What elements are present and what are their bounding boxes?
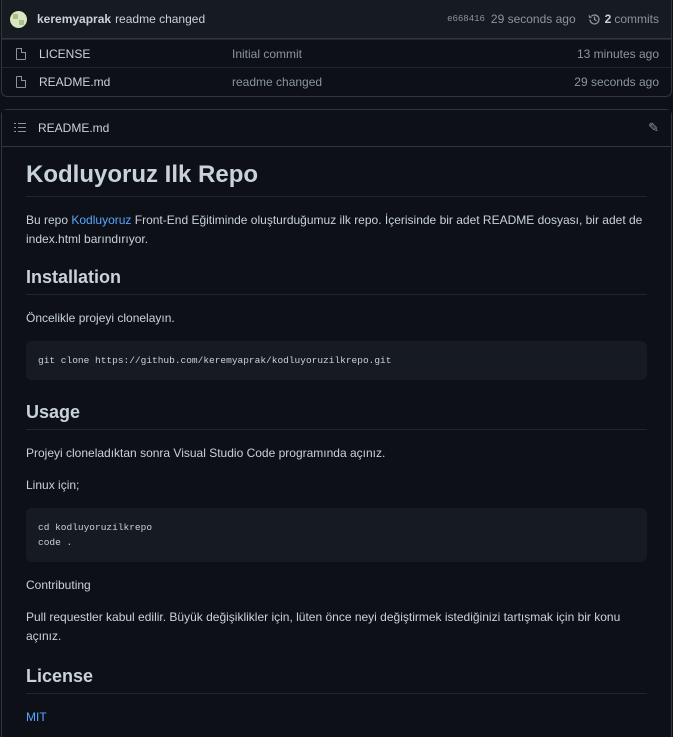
commit-author[interactable]: keremyaprak xyxy=(37,12,111,26)
history-icon xyxy=(588,13,600,25)
installation-code-block[interactable]: git clone https://github.com/keremyaprak… xyxy=(26,341,647,380)
pull-requests-text: Pull requestler kabul edilir. Büyük deği… xyxy=(26,610,621,643)
commit-sha[interactable]: e668416 xyxy=(447,14,485,24)
latest-commit-bar: keremyaprak readme changed e668416 29 se… xyxy=(2,0,671,39)
file-row[interactable]: LICENSE Initial commit 13 minutes ago xyxy=(2,39,671,67)
readme-content: Kodluyoruz Ilk Repo Bu repo Kodluyoruz F… xyxy=(2,147,671,727)
outline-list-icon[interactable] xyxy=(14,123,26,133)
installation-text: Öncelikle projeyi clonelayın. xyxy=(26,311,175,325)
readme-header: README.md ✎ xyxy=(2,110,671,147)
file-list: keremyaprak readme changed e668416 29 se… xyxy=(1,0,672,97)
commits-label: commits xyxy=(614,12,659,26)
file-commit-message[interactable]: Initial commit xyxy=(232,47,302,61)
linux-text: Linux için; xyxy=(26,478,80,492)
usage-text: Projeyi cloneladıktan sonra Visual Studi… xyxy=(26,446,386,460)
commit-message[interactable]: readme changed xyxy=(115,12,205,26)
file-row[interactable]: README.md readme changed 29 seconds ago xyxy=(2,67,671,95)
intro-paragraph: Bu repo Kodluyoruz Front-End Eğitiminde … xyxy=(26,211,647,249)
file-commit-message[interactable]: readme changed xyxy=(232,75,322,89)
license-heading: License xyxy=(26,666,647,694)
commits-link[interactable]: 2 commits xyxy=(588,12,659,26)
usage-heading: Usage xyxy=(26,402,647,430)
avatar[interactable] xyxy=(10,10,27,28)
readme-panel: README.md ✎ Kodluyoruz Ilk Repo Bu repo … xyxy=(1,109,672,737)
file-icon xyxy=(16,47,26,60)
kodluyoruz-link[interactable]: Kodluyoruz xyxy=(71,213,131,227)
readme-filename[interactable]: README.md xyxy=(38,121,109,135)
file-age: 13 minutes ago xyxy=(576,46,659,61)
commit-time: 29 seconds ago xyxy=(490,12,576,26)
installation-heading: Installation xyxy=(26,267,647,295)
readme-title: Kodluyoruz Ilk Repo xyxy=(26,161,647,197)
file-name[interactable]: README.md xyxy=(39,75,232,89)
mit-license-link[interactable]: MIT xyxy=(26,710,47,724)
commit-count: 2 xyxy=(604,12,612,26)
file-age: 29 seconds ago xyxy=(574,74,659,89)
contributing-text: Contributing xyxy=(26,578,91,592)
file-icon xyxy=(16,75,26,88)
usage-code-block[interactable]: cd kodluyoruzilkrepo code . xyxy=(26,508,647,562)
file-name[interactable]: LICENSE xyxy=(39,47,232,61)
edit-pencil-icon[interactable]: ✎ xyxy=(648,120,659,136)
commit-meta: e668416 29 seconds ago 2 commits xyxy=(447,12,659,26)
intro-text: Bu repo xyxy=(26,213,72,227)
